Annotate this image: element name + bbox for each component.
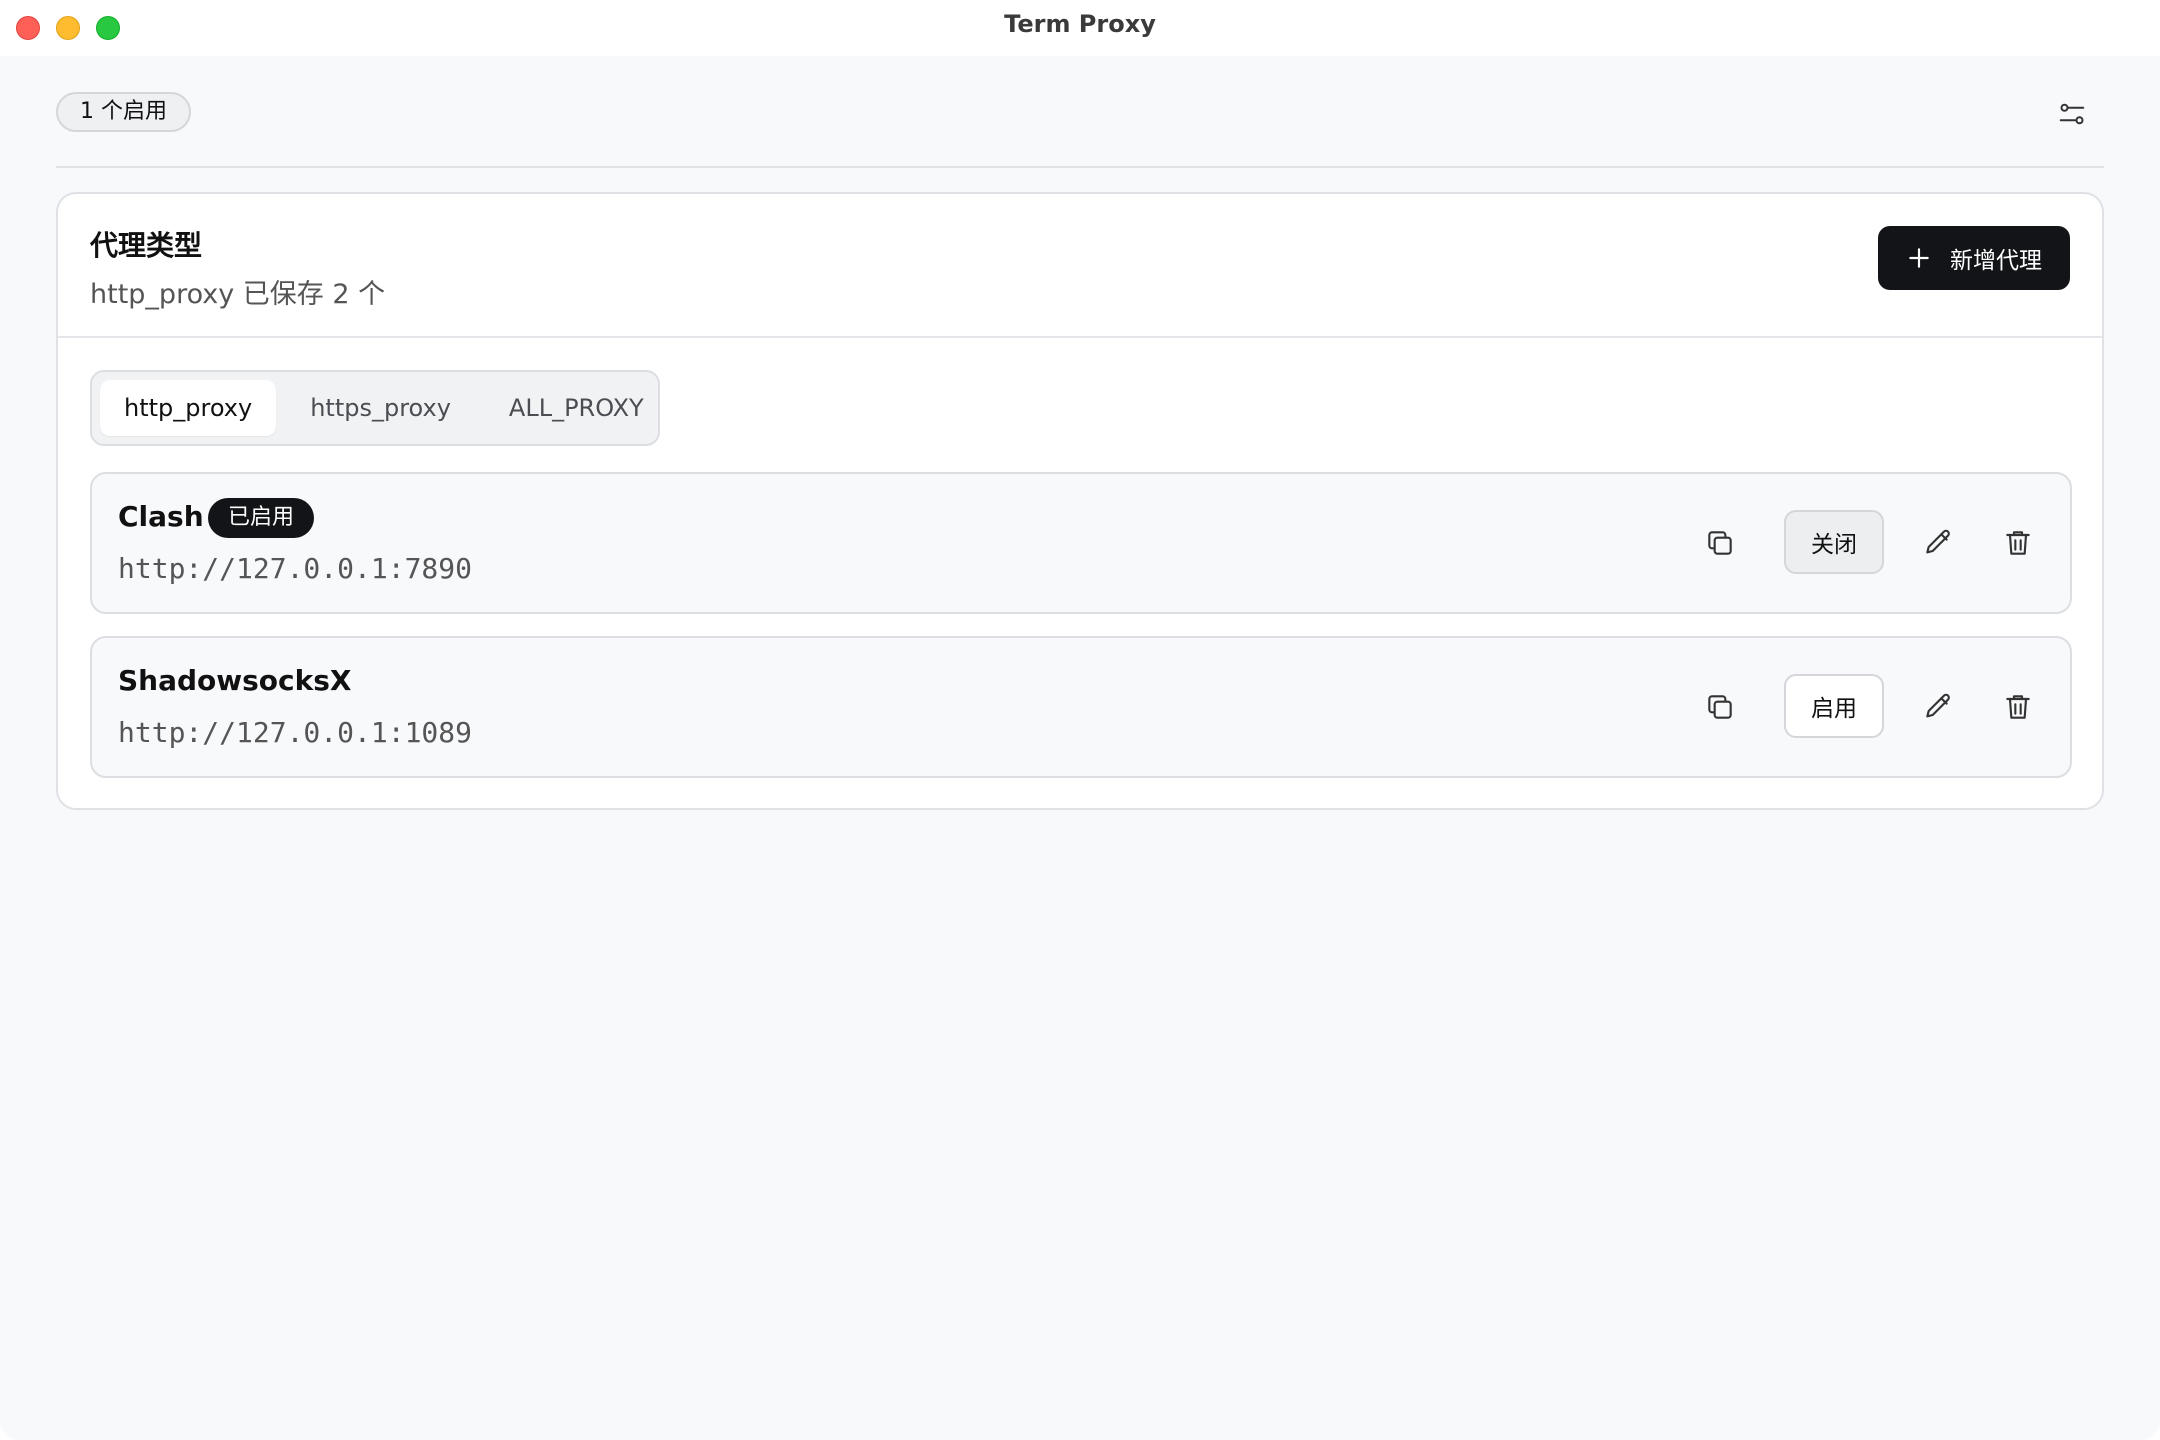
window-title: Term Proxy — [1004, 10, 1156, 38]
app-window: Term Proxy 1 个启用 代理类型 http_proxy 已保存 2 个… — [0, 0, 2160, 1440]
proxy-item-shadowsocksx: ShadowsocksX http://127.0.0.1:1089 启用 — [90, 636, 2072, 778]
copy-button[interactable] — [1698, 521, 1742, 565]
tab-all-proxy[interactable]: ALL_PROXY — [485, 380, 668, 436]
trash-icon — [2006, 531, 2030, 555]
proxy-name: ShadowsocksX — [118, 664, 352, 697]
proxy-name: Clash — [118, 500, 204, 533]
header-divider — [56, 166, 2104, 168]
enable-button[interactable]: 启用 — [1784, 674, 1884, 738]
trash-icon — [2006, 695, 2030, 719]
card-title: 代理类型 — [90, 229, 203, 262]
proxy-item-clash: Clash 已启用 http://127.0.0.1:7890 关闭 — [90, 472, 2072, 614]
card-header: 代理类型 http_proxy 已保存 2 个 新增代理 — [58, 194, 2102, 338]
settings-button[interactable] — [2052, 94, 2092, 134]
tab-http-proxy[interactable]: http_proxy — [100, 380, 277, 436]
proxy-type-card: 代理类型 http_proxy 已保存 2 个 新增代理 http_proxy … — [56, 192, 2104, 810]
copy-icon — [1708, 695, 1732, 719]
add-proxy-button[interactable]: 新增代理 — [1878, 226, 2070, 290]
delete-button[interactable] — [1996, 521, 2040, 565]
plus-icon — [1909, 248, 1929, 268]
title-bar: Term Proxy — [0, 0, 2160, 56]
edit-button[interactable] — [1916, 685, 1960, 729]
sliders-icon — [2059, 103, 2085, 125]
copy-button[interactable] — [1698, 685, 1742, 729]
proxy-url: http://127.0.0.1:1089 — [118, 716, 473, 749]
copy-icon — [1708, 531, 1732, 555]
card-subtitle: http_proxy 已保存 2 个 — [90, 279, 386, 310]
disable-button[interactable]: 关闭 — [1784, 510, 1884, 574]
proxy-type-tabs: http_proxy https_proxy ALL_PROXY — [90, 370, 660, 446]
tab-https-proxy[interactable]: https_proxy — [286, 380, 475, 436]
pencil-icon — [1926, 529, 1950, 554]
pencil-icon — [1926, 693, 1950, 718]
delete-button[interactable] — [1996, 685, 2040, 729]
proxy-url: http://127.0.0.1:7890 — [118, 552, 473, 585]
enabled-count-badge: 1 个启用 — [56, 92, 191, 132]
edit-button[interactable] — [1916, 521, 1960, 565]
enabled-badge: 已启用 — [208, 498, 315, 538]
add-proxy-label: 新增代理 — [1950, 248, 2042, 274]
